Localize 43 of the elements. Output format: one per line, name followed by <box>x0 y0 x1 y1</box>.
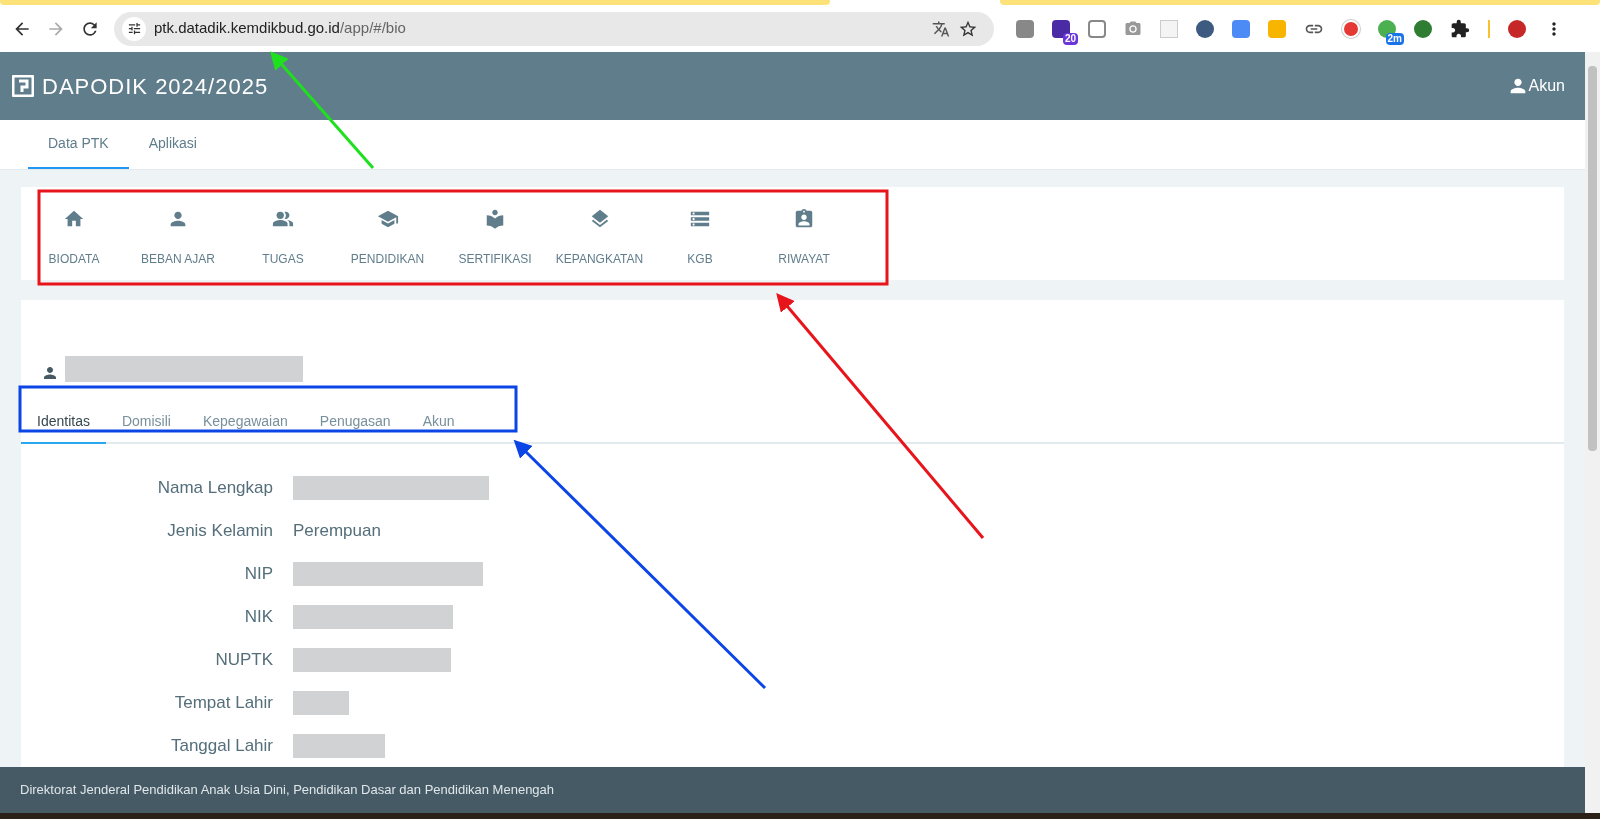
bio-tab[interactable]: Domisili <box>105 400 187 444</box>
field-label: Tanggal Lahir <box>169 734 274 757</box>
address-bar[interactable]: ptk.datadik.kemdikbud.go.id/app/#/bio <box>114 11 994 46</box>
person-icon <box>41 364 59 382</box>
menu-item[interactable]: KGB <box>648 207 752 268</box>
url-text: ptk.datadik.kemdikbud.go.id/app/#/bio <box>154 18 407 39</box>
translate-icon[interactable] <box>932 19 950 38</box>
account-button[interactable]: Akun <box>1506 74 1573 98</box>
extension-icon[interactable] <box>1088 19 1106 38</box>
menu-item[interactable]: SERTIFIKASI <box>439 207 551 268</box>
site-settings-icon[interactable] <box>126 21 142 36</box>
menu-item[interactable]: TUGAS <box>230 207 336 268</box>
menu-item[interactable]: KEPANGKATAN <box>551 207 648 268</box>
extensions-icon[interactable] <box>1450 18 1470 39</box>
field-value: Perempuan <box>293 519 381 542</box>
app-title: DAPODIK 2024/2025 <box>42 72 269 101</box>
bio-tab[interactable]: Akun <box>406 400 471 444</box>
field-label: Jenis Kelamin <box>166 519 274 542</box>
bio-tab[interactable]: Penugasan <box>303 400 407 444</box>
field-label: Tempat Lahir <box>173 691 274 714</box>
nav-tab[interactable]: Data PTK <box>28 120 129 169</box>
contact-card-icon <box>793 207 815 230</box>
extension-icon[interactable] <box>1414 19 1432 38</box>
nav-tab[interactable]: Aplikasi <box>128 120 217 169</box>
redaction-bar <box>293 690 349 715</box>
field-label: Nama Lengkap <box>156 476 274 499</box>
field-label: NIP <box>243 562 274 585</box>
field-label: NIK <box>243 605 274 628</box>
menu-item[interactable]: BEBAN AJAR <box>126 207 230 268</box>
extension-icon[interactable] <box>1016 19 1034 38</box>
menu-item[interactable]: BIODATA <box>22 207 126 268</box>
extension-icon[interactable] <box>1232 19 1250 38</box>
book-reader-icon <box>484 207 506 230</box>
bio-tab[interactable]: Kepegawaian <box>186 400 304 444</box>
profile-avatar[interactable] <box>1508 19 1526 38</box>
field-label: NUPTK <box>214 648 274 671</box>
footer-text: Direktorat Jenderal Pendidikan Anak Usia Dini, Pendidikan Dasar dan Pendidikan Menengah <box>20 781 555 800</box>
menu-item[interactable]: RIWAYAT <box>752 207 856 268</box>
camera-icon[interactable] <box>1124 19 1142 38</box>
bio-tab[interactable]: Identitas <box>21 400 106 444</box>
logo-icon <box>12 75 34 97</box>
extension-icon[interactable] <box>1196 19 1214 38</box>
menu-item[interactable]: PENDIDIKAN <box>336 207 439 268</box>
